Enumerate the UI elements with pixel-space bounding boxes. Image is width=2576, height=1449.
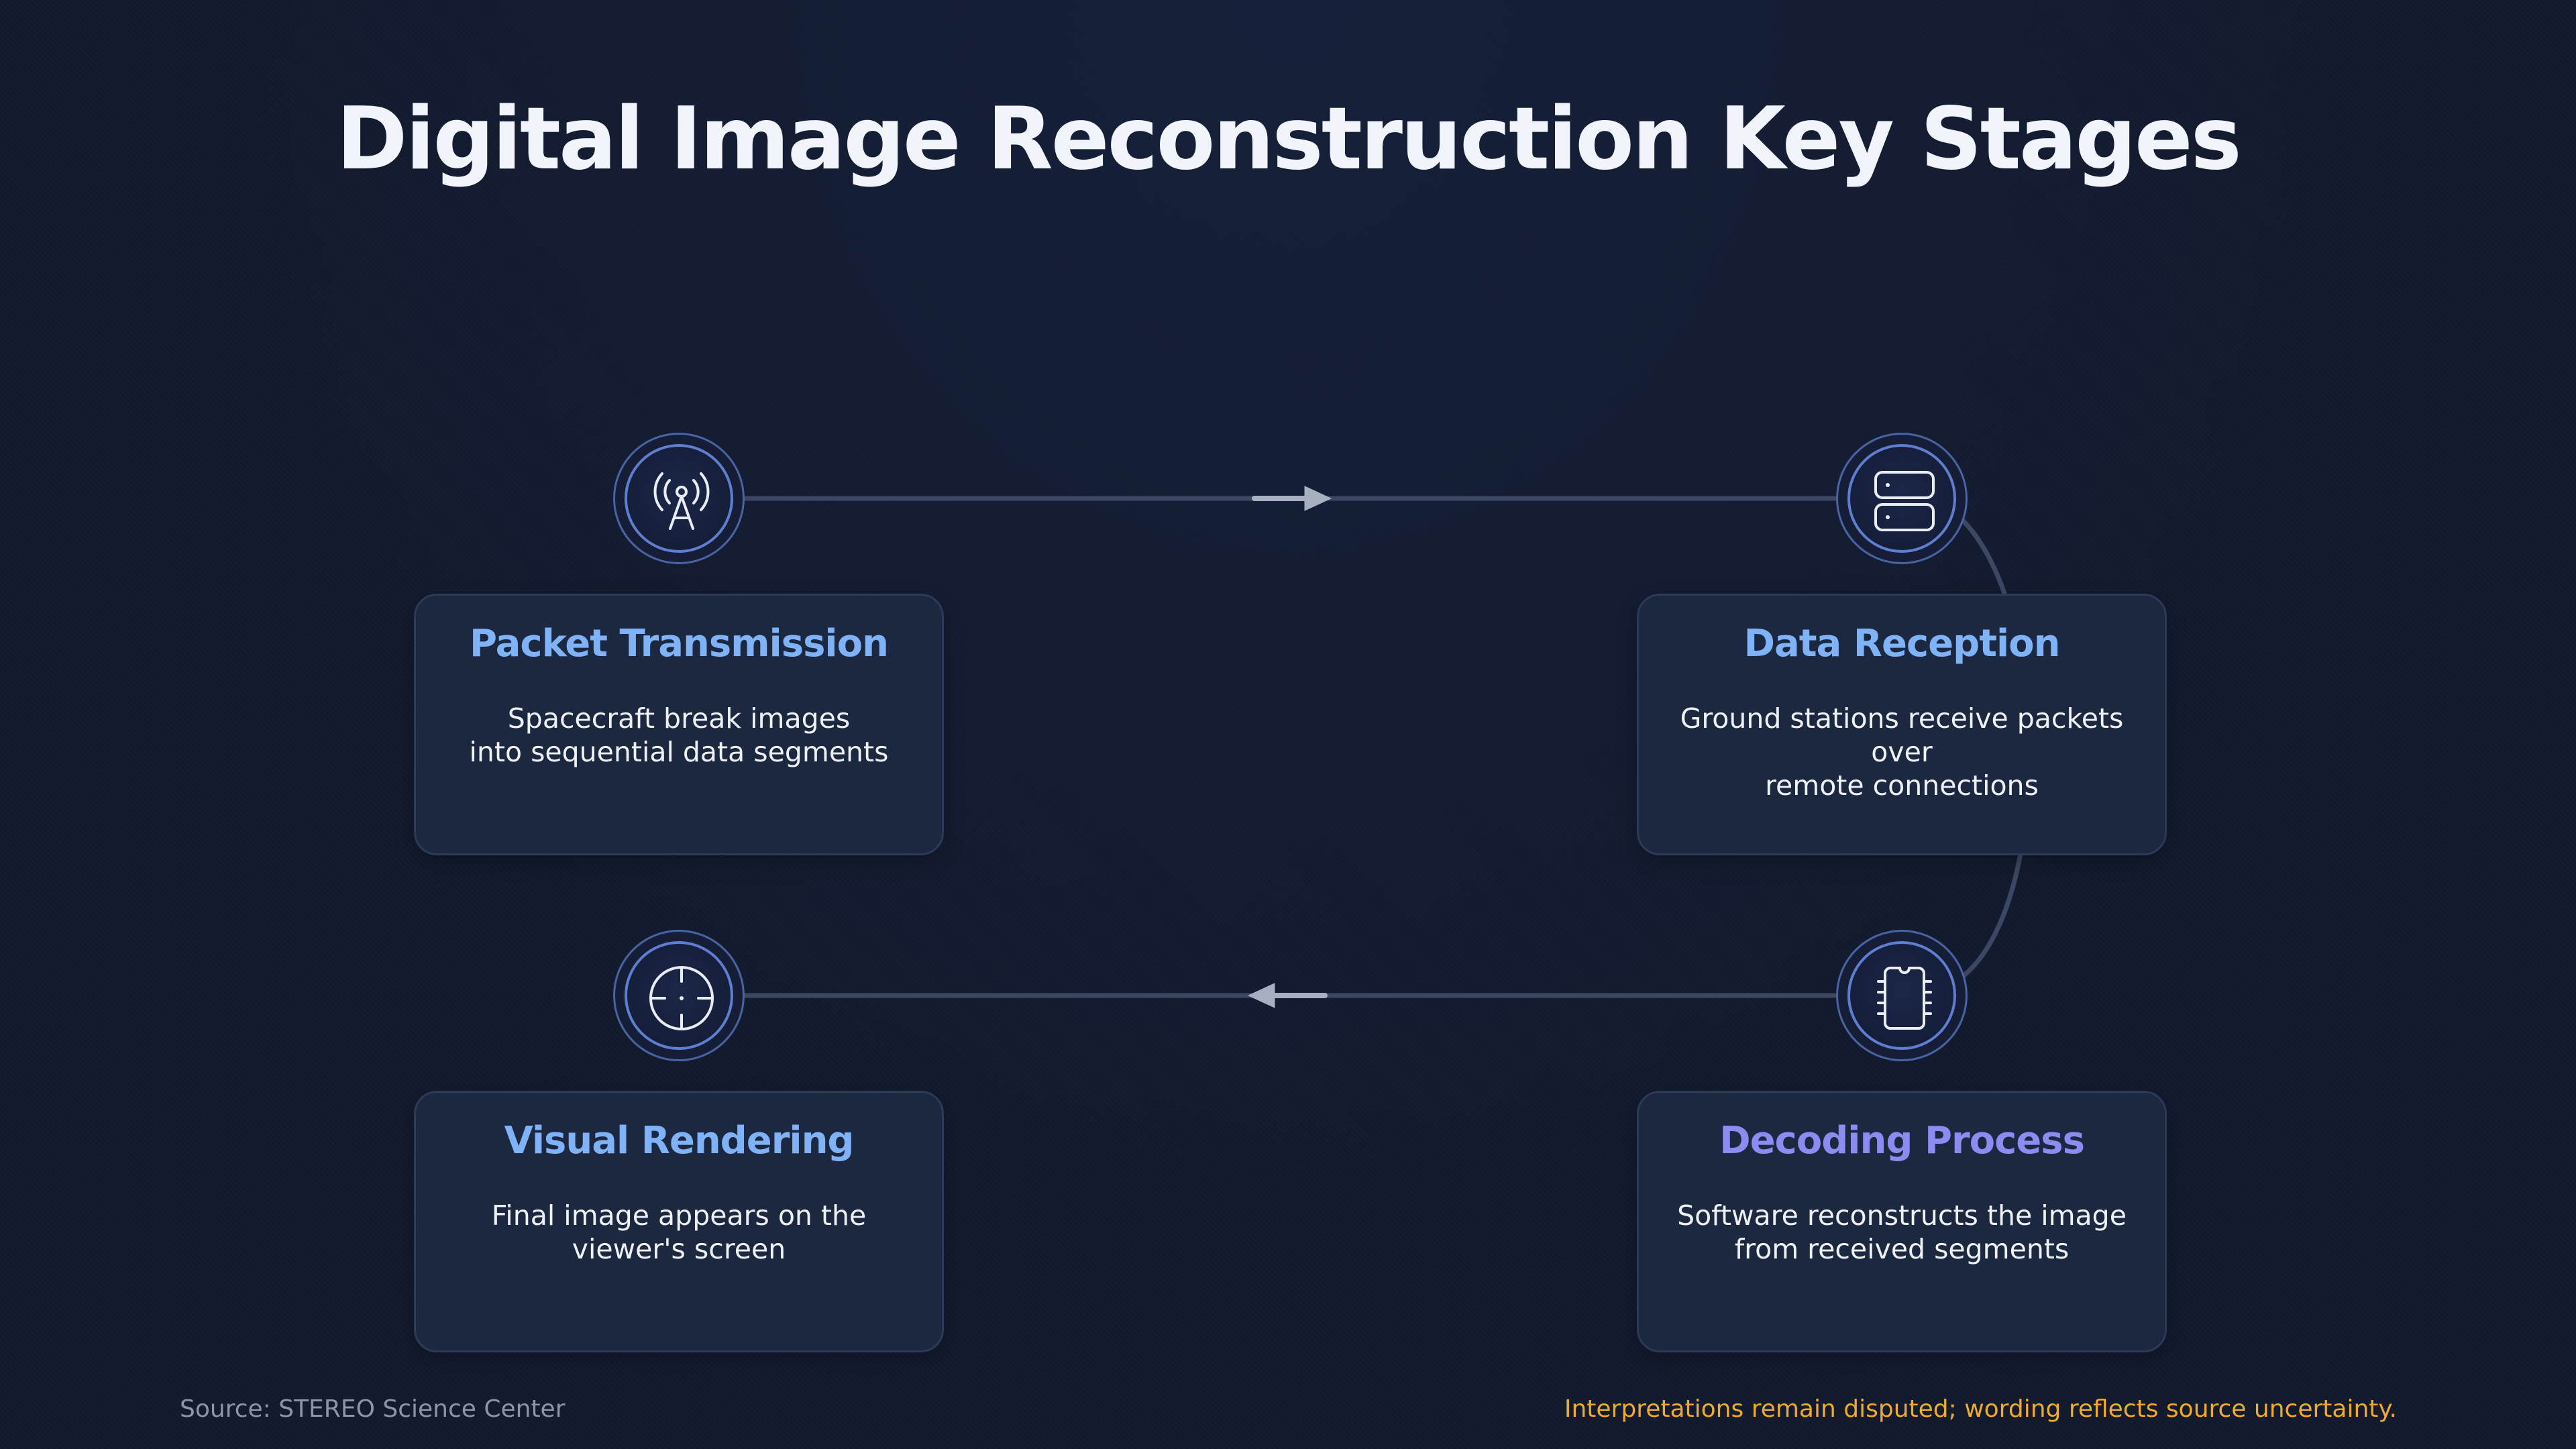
crosshair-icon xyxy=(649,966,714,1030)
packet-transmission-node xyxy=(613,433,745,564)
chip-icon xyxy=(1877,967,1932,1030)
stage-description: Spacecraft break images into sequential … xyxy=(469,702,889,768)
stage-heading: Data Reception xyxy=(1743,622,2061,665)
decoding-process-node xyxy=(1836,930,1968,1061)
server-icon xyxy=(1874,471,1935,531)
stage-card-packet-transmission: Packet Transmission Spacecraft break ima… xyxy=(414,594,944,855)
stage-heading: Decoding Process xyxy=(1719,1119,2085,1163)
source-note: Source: STEREO Science Center xyxy=(180,1395,566,1423)
stage-heading: Visual Rendering xyxy=(504,1119,854,1163)
stage-card-decoding-process: Decoding Process Software reconstructs t… xyxy=(1637,1091,2167,1352)
visual-rendering-node xyxy=(613,930,745,1061)
stage-description: Ground stations receive packets over rem… xyxy=(1680,702,2124,802)
arrow-right xyxy=(1252,486,1332,511)
antenna-tower-icon xyxy=(653,472,710,530)
arrow-left xyxy=(1247,983,1328,1008)
data-reception-node xyxy=(1836,433,1968,564)
stage-description: Software reconstructs the image from rec… xyxy=(1677,1199,2127,1265)
flow-connectors xyxy=(741,486,2032,1008)
stage-card-data-reception: Data Reception Ground stations receive p… xyxy=(1637,594,2167,855)
disclaimer-note: Interpretations remain disputed; wording… xyxy=(1564,1395,2397,1423)
stage-card-visual-rendering: Visual Rendering Final image appears on … xyxy=(414,1091,944,1352)
stage-description: Final image appears on the viewer's scre… xyxy=(491,1199,867,1265)
stage-heading: Packet Transmission xyxy=(470,622,889,665)
